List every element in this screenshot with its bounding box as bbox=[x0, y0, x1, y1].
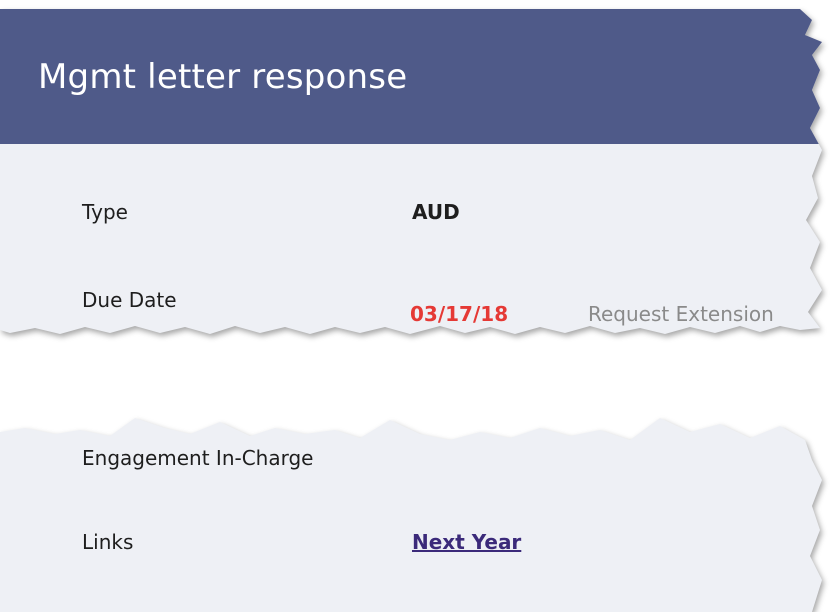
detail-panel-top: Mgmt letter response Type AUD Due Date 0… bbox=[0, 9, 822, 334]
bottom-torn-fragment: Engagement In-Charge Links Next Year bbox=[0, 410, 840, 612]
type-label: Type bbox=[82, 200, 128, 224]
type-value: AUD bbox=[412, 200, 460, 224]
page-header: Mgmt letter response bbox=[0, 9, 822, 144]
next-year-link[interactable]: Next Year bbox=[412, 530, 521, 554]
detail-panel-bottom: Engagement In-Charge Links Next Year bbox=[0, 418, 822, 612]
screenshot-stage: Mgmt letter response Type AUD Due Date 0… bbox=[0, 0, 840, 612]
request-extension-link[interactable]: Request Extension bbox=[588, 302, 774, 326]
top-torn-fragment: Mgmt letter response Type AUD Due Date 0… bbox=[0, 0, 840, 370]
links-label: Links bbox=[82, 530, 134, 554]
engagement-in-charge-label: Engagement In-Charge bbox=[82, 446, 314, 470]
due-date-value: 03/17/18 bbox=[410, 302, 509, 326]
page-title: Mgmt letter response bbox=[38, 57, 408, 97]
due-date-label: Due Date bbox=[82, 288, 177, 312]
